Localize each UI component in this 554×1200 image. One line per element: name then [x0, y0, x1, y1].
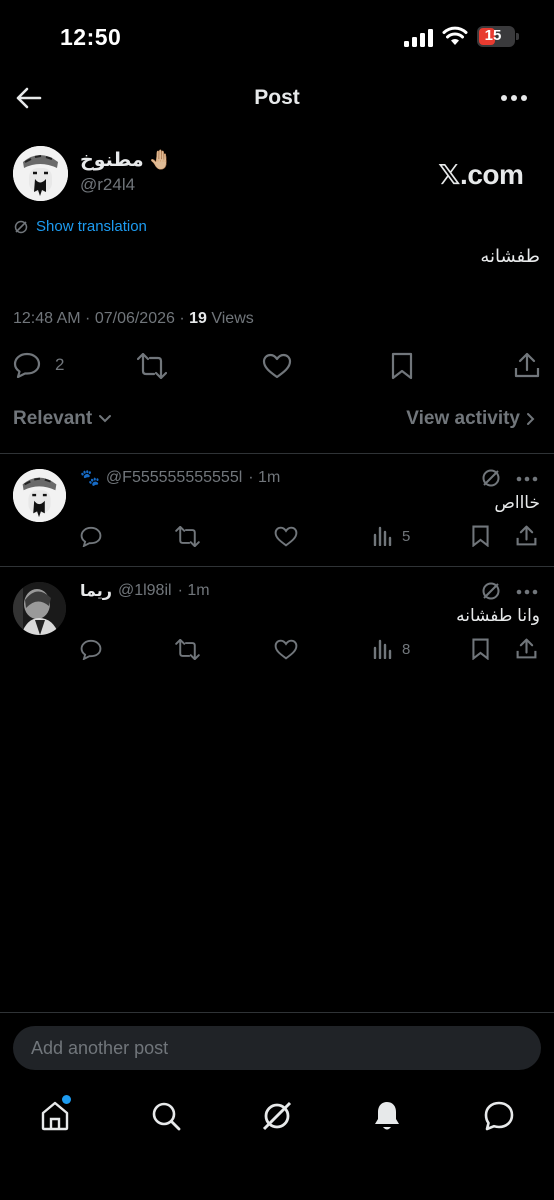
like-heart-icon[interactable] [274, 639, 298, 660]
reply-time: · 1m [177, 582, 210, 599]
like-heart-icon[interactable] [274, 526, 298, 547]
tab-messages[interactable] [482, 1099, 516, 1133]
analytics-bars-icon [373, 526, 393, 546]
reply-text: خاااص [494, 493, 540, 512]
bookmark-icon[interactable] [471, 525, 490, 547]
bookmark-icon[interactable] [390, 352, 414, 380]
bell-icon [372, 1099, 402, 1133]
analytics-bars-icon [373, 639, 393, 659]
compose-reply-input[interactable]: Add another post [13, 1026, 541, 1070]
compose-placeholder: Add another post [31, 1038, 169, 1058]
reply-time: · 1m [248, 469, 281, 486]
status-time: 12:50 [60, 24, 122, 50]
tab-grok[interactable] [260, 1099, 294, 1133]
post-meta: 12:48 AM · 07/06/2026 · 19 Views [13, 310, 254, 328]
divider [0, 453, 554, 454]
reply-more-icon[interactable] [516, 476, 538, 482]
home-indicator [206, 1184, 348, 1189]
divider [0, 566, 554, 567]
reply-views[interactable]: 8 [373, 639, 410, 659]
sort-replies-dropdown[interactable]: Relevant [13, 408, 112, 430]
chevron-down-icon [98, 414, 112, 424]
reply-views[interactable]: 5 [373, 526, 410, 546]
post-text: طفشانه [480, 246, 540, 266]
search-icon [150, 1100, 182, 1132]
show-translation-link[interactable]: Show translation [14, 218, 147, 235]
reply-handle: @1l98il [117, 582, 172, 599]
reply-author-name: 🐾 [80, 470, 100, 487]
home-icon [39, 1100, 71, 1132]
views-label: Views [206, 310, 254, 327]
reply-action[interactable]: 2 [13, 352, 64, 378]
grok-icon [260, 1099, 294, 1133]
view-activity-label: View activity [406, 408, 520, 429]
views-count: 19 [189, 310, 207, 327]
grok-icon [14, 220, 28, 234]
unread-dot [62, 1095, 71, 1104]
chevron-right-icon [526, 412, 536, 426]
share-icon[interactable] [516, 524, 537, 547]
tab-home[interactable] [39, 1100, 71, 1132]
post-timestamp: 12:48 AM · 07/06/2026 · [13, 310, 190, 327]
repost-icon[interactable] [175, 639, 200, 660]
reply-handle: @F555555555555l [105, 469, 243, 486]
chat-bubble-icon [482, 1099, 516, 1133]
reply-author-row[interactable]: 🐾 @F555555555555l · 1m [80, 468, 280, 488]
reply-views-count: 5 [402, 527, 411, 545]
wifi-icon [442, 26, 468, 46]
reply-icon[interactable] [80, 639, 102, 660]
bookmark-icon[interactable] [471, 638, 490, 660]
page-title: Post [254, 86, 300, 109]
grok-icon[interactable] [481, 581, 501, 601]
share-icon[interactable] [516, 637, 537, 660]
author-handle[interactable]: @r24l4 [80, 175, 135, 195]
view-activity-link[interactable]: View activity [406, 408, 536, 430]
author-name[interactable]: مطنوخ 🤚🏼 [80, 148, 173, 172]
reply-author-name: ريما [80, 583, 112, 600]
tab-search[interactable] [150, 1100, 182, 1132]
battery-level: 15 [484, 27, 502, 44]
like-heart-icon[interactable] [262, 353, 292, 379]
reply-avatar[interactable] [13, 582, 66, 635]
x-com-logo: 𝕏.com [438, 159, 524, 190]
battery-indicator: 15 [477, 26, 519, 47]
tab-notifications[interactable] [372, 1099, 402, 1133]
reply-text: وانا طفشانه [456, 606, 540, 625]
author-avatar[interactable] [13, 146, 68, 201]
show-translation-label: Show translation [36, 218, 147, 235]
grok-icon[interactable] [481, 468, 501, 488]
reply-avatar[interactable] [13, 469, 66, 522]
reply-icon[interactable] [80, 526, 102, 547]
sort-label: Relevant [13, 408, 93, 429]
cellular-signal-icon [404, 29, 434, 47]
reply-views-count: 8 [402, 640, 411, 658]
reply-count: 2 [55, 355, 65, 374]
repost-icon[interactable] [175, 526, 200, 547]
share-icon[interactable] [514, 351, 540, 379]
more-options-icon[interactable] [500, 94, 528, 102]
reply-icon [13, 352, 41, 378]
divider [0, 1012, 554, 1013]
repost-icon[interactable] [137, 353, 167, 379]
reply-more-icon[interactable] [516, 589, 538, 595]
reply-author-row[interactable]: ريما @1l98il · 1m [80, 581, 210, 601]
